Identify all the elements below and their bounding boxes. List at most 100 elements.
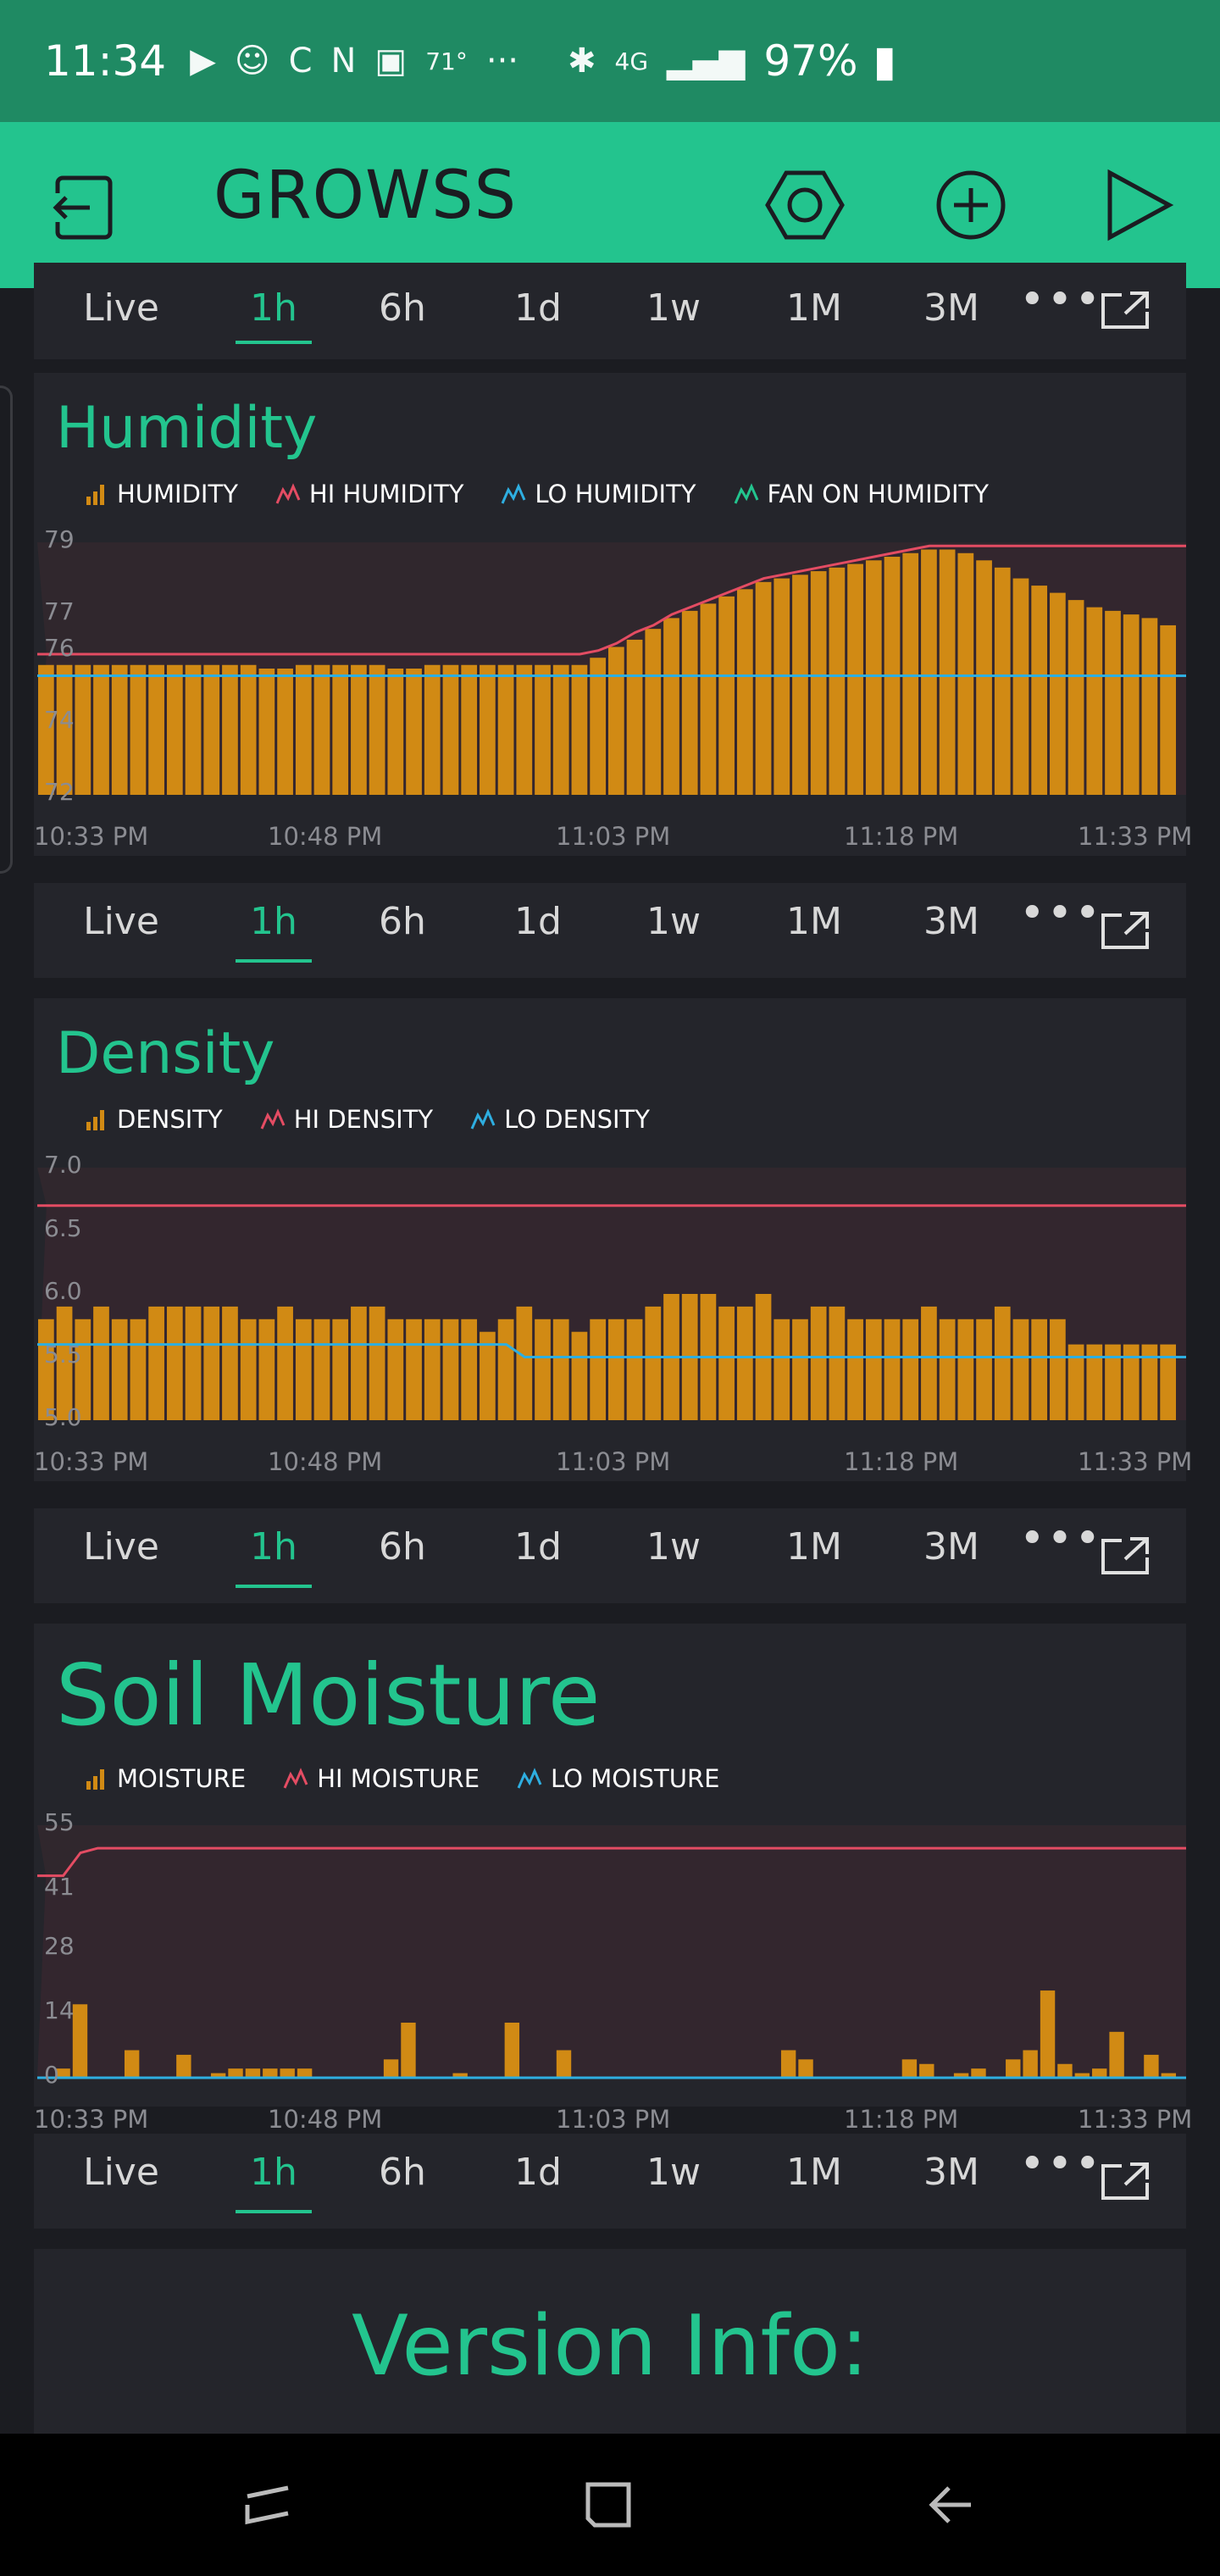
y-tick-label: 28 (44, 1932, 75, 1961)
legend-label: LO HUMIDITY (535, 480, 696, 508)
legend-item: LO MOISTURE (517, 1764, 719, 1793)
tab-live[interactable]: Live (75, 2151, 168, 2194)
x-time-label: 11:33 PM (1078, 822, 1193, 851)
data-bar (755, 581, 772, 795)
tab-1w[interactable]: 1w (627, 2151, 720, 2194)
recent-apps-icon[interactable] (241, 2478, 295, 2532)
data-bar (902, 1319, 919, 1420)
data-bar (571, 1331, 588, 1420)
data-bar (552, 1319, 569, 1420)
soil-moisture-chart[interactable] (34, 1807, 1186, 2095)
data-bar (590, 658, 606, 795)
more-options-icon[interactable]: ••• (1019, 888, 1102, 939)
legend-label: MOISTURE (117, 1764, 247, 1793)
data-bar (387, 1319, 404, 1420)
data-bar (1040, 1990, 1056, 2078)
line-chart-icon (517, 1768, 542, 1789)
tab-1h[interactable]: 1h (227, 1525, 320, 1568)
y-tick-label: 5.0 (44, 1403, 82, 1431)
legend-item: HI MOISTURE (283, 1764, 480, 1793)
data-bar (442, 664, 459, 795)
data-bar (571, 664, 588, 795)
humidity-legend: HUMIDITY HI HUMIDITY LO HUMIDITY FAN ON HUM… (83, 480, 1026, 508)
bar-chart-icon (86, 485, 104, 505)
tab-6h[interactable]: 6h (356, 900, 449, 943)
data-bar (700, 603, 717, 795)
tab-1m[interactable]: 1M (768, 900, 861, 943)
tab-live[interactable]: Live (75, 1525, 168, 1568)
back-icon[interactable] (923, 2478, 978, 2532)
fullscreen-icon[interactable] (1100, 908, 1151, 951)
add-widget-icon[interactable] (930, 164, 1012, 246)
tab-3m[interactable]: 3M (905, 1525, 998, 1568)
more-options-icon[interactable]: ••• (1019, 275, 1102, 325)
data-bar (774, 1319, 790, 1420)
tab-6h[interactable]: 6h (356, 2151, 449, 2194)
data-bar (957, 552, 974, 795)
density-chart[interactable] (34, 1149, 1186, 1437)
data-bar (516, 1306, 533, 1420)
data-bar (461, 664, 478, 795)
data-bar (461, 1319, 478, 1420)
data-bar (1141, 618, 1158, 795)
data-bar (810, 1306, 827, 1420)
bar-chart-icon (86, 1769, 104, 1790)
tab-1w[interactable]: 1w (627, 286, 720, 330)
tab-live[interactable]: Live (75, 286, 168, 330)
tab-1m[interactable]: 1M (768, 2151, 861, 2194)
tab-1h[interactable]: 1h (227, 900, 320, 943)
y-tick-label: 6.5 (44, 1213, 82, 1242)
data-bar (1050, 1319, 1066, 1420)
soil-moisture-title: Soil Moisture (56, 1646, 601, 1745)
data-bar (1105, 610, 1121, 795)
data-bar (280, 2068, 295, 2078)
tab-1d[interactable]: 1d (491, 286, 585, 330)
tab-6h[interactable]: 6h (356, 286, 449, 330)
data-bar (185, 664, 202, 795)
play-project-icon[interactable] (1098, 164, 1179, 246)
legend-item: MOISTURE (83, 1764, 246, 1793)
settings-hexagon-icon[interactable] (764, 164, 846, 246)
tab-1h[interactable]: 1h (227, 286, 320, 330)
line-chart-icon (734, 483, 758, 504)
tab-3m[interactable]: 3M (905, 2151, 998, 2194)
more-options-icon[interactable]: ••• (1019, 1513, 1102, 1564)
fullscreen-icon[interactable] (1100, 288, 1151, 330)
tab-1h[interactable]: 1h (227, 2151, 320, 2194)
x-time-label: 11:33 PM (1078, 2105, 1193, 2134)
data-bar (901, 2059, 918, 2078)
network-type: 4G (614, 47, 649, 75)
tab-1d[interactable]: 1d (491, 900, 585, 943)
x-time-label: 10:48 PM (268, 822, 383, 851)
fullscreen-icon[interactable] (1100, 1534, 1151, 1576)
exit-project-icon[interactable] (46, 171, 119, 244)
tab-1d[interactable]: 1d (491, 1525, 585, 1568)
data-bar (424, 664, 441, 795)
data-bar (497, 1319, 514, 1420)
x-time-label: 11:18 PM (844, 822, 959, 851)
home-icon[interactable] (581, 2478, 635, 2532)
tab-1w[interactable]: 1w (627, 1525, 720, 1568)
tab-1m[interactable]: 1M (768, 286, 861, 330)
more-options-icon[interactable]: ••• (1019, 2139, 1102, 2190)
tab-1w[interactable]: 1w (627, 900, 720, 943)
tab-live[interactable]: Live (75, 900, 168, 943)
signal-icon: ▂▄▆ (667, 42, 746, 80)
tab-3m[interactable]: 3M (905, 286, 998, 330)
data-bar (939, 549, 956, 795)
density-legend: DENSITY HI DENSITY LO DENSITY (83, 1105, 687, 1134)
legend-label: LO DENSITY (504, 1105, 650, 1134)
tab-3m[interactable]: 3M (905, 900, 998, 943)
hi-threshold-area (37, 1168, 1186, 1206)
x-time-label: 10:33 PM (34, 2105, 149, 2134)
legend-label: HI HUMIDITY (308, 480, 464, 508)
data-bar (1057, 2063, 1073, 2078)
tab-6h[interactable]: 6h (356, 1525, 449, 1568)
fullscreen-icon[interactable] (1100, 2159, 1151, 2201)
humidity-chart[interactable] (34, 524, 1186, 812)
tab-1d[interactable]: 1d (491, 2151, 585, 2194)
data-bar (645, 629, 662, 795)
side-panel-handle[interactable] (0, 386, 13, 874)
tab-1m[interactable]: 1M (768, 1525, 861, 1568)
data-bar (681, 610, 698, 795)
